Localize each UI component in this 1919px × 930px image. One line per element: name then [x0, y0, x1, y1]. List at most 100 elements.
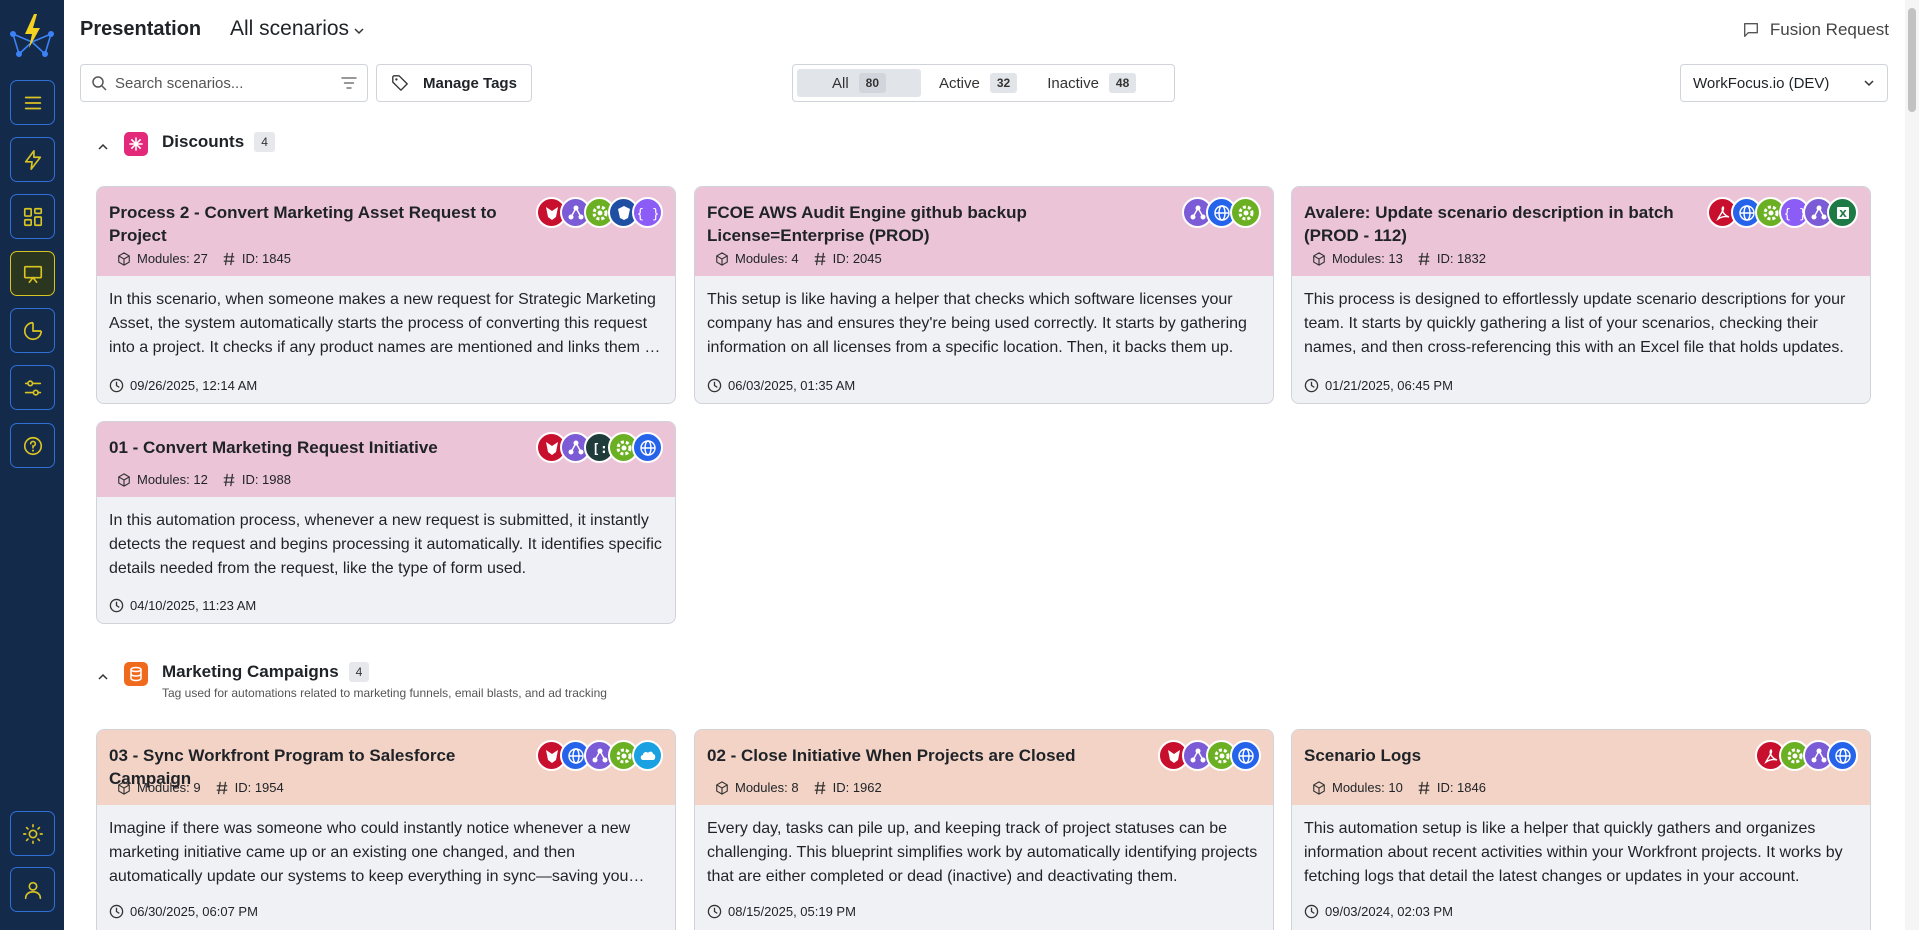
hash-icon [223, 473, 235, 486]
org-dropdown[interactable]: WorkFocus.io (DEV) [1680, 64, 1888, 102]
filter-icon[interactable] [341, 75, 357, 91]
search-box[interactable] [80, 64, 368, 102]
logo-icon[interactable] [7, 12, 57, 58]
segment-count: 80 [858, 73, 887, 93]
scenario-filter-dropdown[interactable]: All scenarios [230, 17, 365, 41]
clock-icon [1304, 904, 1319, 919]
cube-icon [716, 780, 728, 795]
clock-icon [109, 598, 124, 613]
card-title: 02 - Close Initiative When Projects are … [707, 746, 1076, 765]
scenario-id: ID: 1845 [241, 251, 291, 266]
nav-scenarios-button[interactable] [10, 137, 55, 182]
nav-dashboard-button[interactable] [10, 194, 55, 239]
svg-text:X: X [1839, 209, 1847, 220]
fusion-request-button[interactable]: Fusion Request [1742, 20, 1889, 40]
app-icons: { } X [1707, 197, 1858, 228]
scenario-id: ID: 1962 [832, 780, 882, 795]
segment-all[interactable]: All 80 [797, 69, 921, 97]
group-title: Marketing Campaigns [162, 662, 339, 681]
svg-text:{ }: { } [1785, 207, 1805, 222]
cube-icon [118, 780, 130, 795]
menu-button[interactable] [10, 80, 55, 125]
card-meta: Modules: 27 ID: 1845 [117, 251, 291, 266]
chevron-up-icon[interactable] [96, 670, 110, 684]
manage-tags-label: Manage Tags [423, 74, 517, 92]
lightning-icon [24, 149, 41, 170]
cube-icon [716, 251, 728, 266]
card-title: Avalere: Update scenario description in … [1304, 203, 1674, 245]
sidebar [0, 0, 64, 930]
scenario-card[interactable]: Process 2 - Convert Marketing Asset Requ… [96, 186, 676, 404]
card-description: Imagine if there was someone who could i… [109, 820, 631, 885]
profile-button[interactable] [10, 867, 55, 912]
hash-icon [223, 252, 235, 265]
scenario-card[interactable]: FCOE AWS Audit Engine github backup Lice… [694, 186, 1274, 404]
scenario-id: ID: 1832 [1436, 251, 1486, 266]
card-description: Every day, tasks can pile up, and keepin… [707, 820, 1258, 885]
scenario-id: ID: 1988 [241, 472, 291, 487]
group-header-discounts: Discounts 4 [96, 132, 275, 156]
search-icon [92, 76, 107, 91]
card-meta: Modules: 12 ID: 1988 [117, 472, 291, 487]
segment-inactive[interactable]: Inactive 48 [1035, 69, 1148, 97]
card-description: This setup is like having a helper that … [707, 291, 1247, 356]
modules-count: Modules: 12 [137, 472, 208, 487]
card-title: Scenario Logs [1304, 746, 1422, 765]
scenario-card[interactable]: Scenario Logs Modules: 10 ID: 1846 This … [1291, 729, 1871, 930]
dashboard-icon [23, 207, 42, 226]
date-text: 06/03/2025, 01:35 AM [728, 378, 856, 393]
nav-settings-button[interactable] [10, 365, 55, 410]
group-title: Discounts [162, 132, 245, 151]
app-icons [536, 740, 663, 771]
fusion-request-label: Fusion Request [1769, 20, 1889, 39]
nav-presentation-button[interactable] [10, 251, 55, 296]
card-header: Avalere: Update scenario description in … [1292, 187, 1870, 276]
scenario-id: ID: 1846 [1436, 780, 1486, 795]
card-header: FCOE AWS Audit Engine github backup Lice… [695, 187, 1273, 276]
cube-icon [1313, 251, 1325, 266]
globe-icon [1827, 740, 1858, 771]
theme-toggle-button[interactable] [10, 811, 55, 856]
nav-help-button[interactable] [10, 423, 55, 468]
group-header-marketing-campaigns: Marketing Campaigns 4 Tag used for autom… [96, 662, 607, 700]
modules-count: Modules: 13 [1332, 251, 1403, 266]
date-text: 06/30/2025, 06:07 PM [130, 904, 258, 919]
scenario-filter-label: All scenarios [230, 17, 350, 40]
json-icon: { } [632, 197, 663, 228]
card-meta: Modules: 9 ID: 1954 [117, 780, 284, 795]
modules-count: Modules: 4 [735, 251, 799, 266]
card-date: 06/03/2025, 01:35 AM [707, 378, 855, 393]
app-icons: [: [536, 432, 663, 463]
scenario-card[interactable]: 03 - Sync Workfront Program to Salesforc… [96, 729, 676, 930]
scenario-card[interactable]: Avalere: Update scenario description in … [1291, 186, 1871, 404]
scrollbar[interactable] [1905, 0, 1919, 930]
scenario-card[interactable]: 02 - Close Initiative When Projects are … [694, 729, 1274, 930]
svg-text:[:: [: [592, 442, 608, 457]
segment-label: Inactive [1047, 74, 1099, 92]
card-description: This automation setup is like a helper t… [1304, 820, 1843, 885]
card-meta: Modules: 13 ID: 1832 [1312, 251, 1486, 266]
presentation-icon [23, 265, 42, 283]
cube-icon [118, 251, 130, 266]
svg-text:{ }: { } [638, 207, 658, 222]
manage-tags-button[interactable]: Manage Tags [376, 64, 532, 102]
chevron-down-icon [1864, 80, 1874, 87]
segment-active[interactable]: Active 32 [927, 69, 1029, 97]
database-icon [124, 662, 148, 686]
search-input[interactable] [115, 74, 341, 92]
clock-icon [707, 378, 722, 393]
date-text: 09/26/2025, 12:14 AM [130, 378, 258, 393]
scrollbar-thumb[interactable] [1908, 8, 1916, 112]
card-description: This process is designed to effortlessly… [1304, 291, 1846, 356]
date-text: 09/03/2024, 02:03 PM [1325, 904, 1453, 919]
segment-count: 48 [1108, 73, 1137, 93]
scenario-card[interactable]: 01 - Convert Marketing Request Initiativ… [96, 421, 676, 624]
nav-analytics-button[interactable] [10, 308, 55, 353]
hash-icon [814, 252, 825, 265]
org-label: WorkFocus.io (DEV) [1693, 74, 1830, 92]
card-date: 09/26/2025, 12:14 AM [109, 378, 257, 393]
card-date: 06/30/2025, 06:07 PM [109, 904, 258, 919]
segment-label: Active [939, 74, 980, 92]
card-header: Process 2 - Convert Marketing Asset Requ… [97, 187, 675, 276]
chevron-up-icon[interactable] [96, 140, 110, 154]
